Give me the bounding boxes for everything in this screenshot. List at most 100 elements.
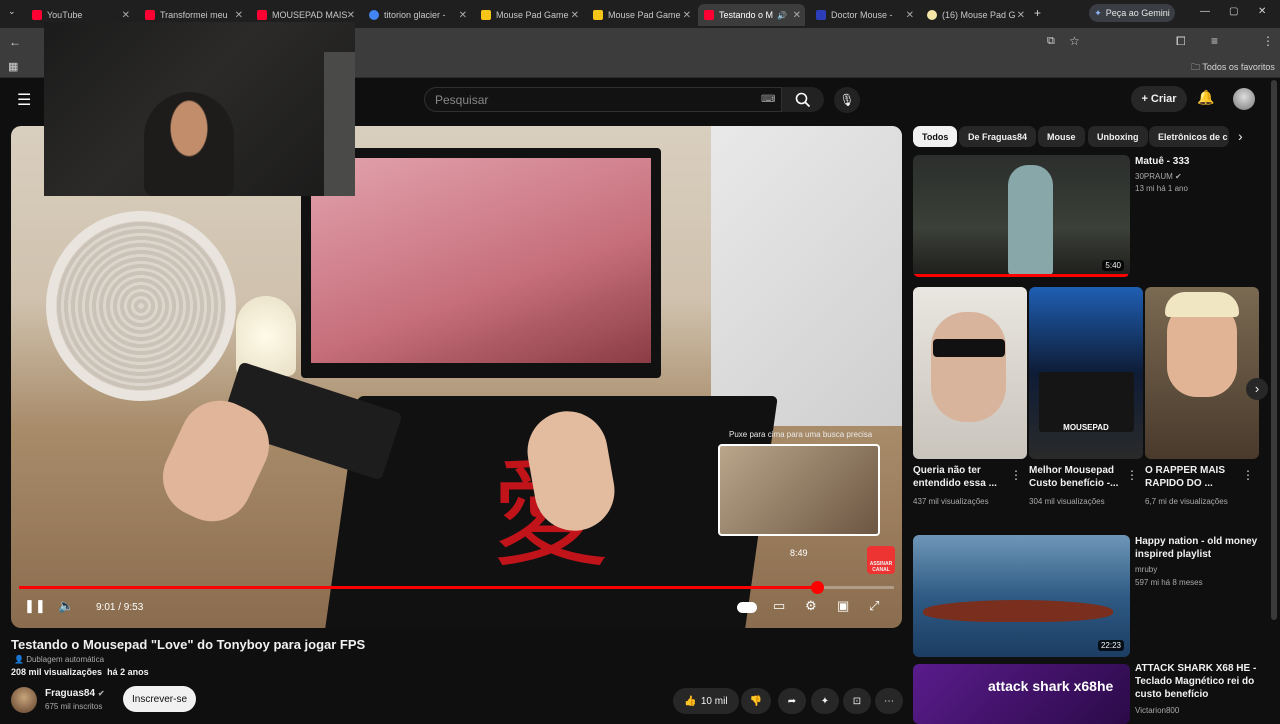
bookmark-star-icon[interactable]: ☆ — [1069, 34, 1080, 48]
keyboard-icon[interactable]: ⌨ — [761, 88, 775, 112]
search-placeholder: Pesquisar — [435, 93, 489, 107]
rec-title[interactable]: ATTACK SHARK X68 HE - Teclado Magnético … — [1135, 662, 1265, 701]
voice-search-button[interactable]: 🎙 — [834, 87, 860, 113]
channel-name[interactable]: Fraguas84 ✔ — [45, 688, 105, 699]
browser-tab-active[interactable]: Testando o M 🔊 ✕ — [698, 4, 805, 26]
close-tab-icon[interactable]: ✕ — [122, 10, 130, 21]
back-icon[interactable]: ← — [9, 35, 21, 49]
close-tab-icon[interactable]: ✕ — [571, 10, 579, 21]
close-tab-icon[interactable]: ✕ — [1017, 10, 1025, 21]
save-button[interactable]: ⊡ — [843, 688, 871, 714]
page-scrollbar[interactable] — [1271, 80, 1277, 620]
create-button[interactable]: + Criar — [1131, 86, 1187, 112]
browser-tab[interactable]: Mouse Pad Game ✕ — [475, 4, 583, 26]
rec-meta: 597 mi há 8 meses — [1135, 578, 1203, 587]
rec-channel[interactable]: 30PRAUM ✔ — [1135, 171, 1182, 182]
theater-mode-icon[interactable]: ▣ — [837, 598, 849, 614]
folder-icon: 🗀 — [1191, 62, 1201, 72]
chip-mouse[interactable]: Mouse — [1038, 126, 1085, 147]
search-input[interactable]: Pesquisar ⌨ — [424, 87, 782, 112]
autoplay-toggle[interactable] — [737, 602, 757, 613]
scrubber-handle[interactable] — [811, 581, 824, 594]
site-favicon — [816, 10, 826, 20]
close-window-icon[interactable]: ✕ — [1258, 6, 1266, 17]
minimize-icon[interactable]: — — [1200, 6, 1210, 17]
short-thumbnail[interactable] — [913, 287, 1027, 459]
subscribe-button[interactable]: Inscrever-se — [123, 686, 196, 712]
apps-grid-icon[interactable]: ▦ — [8, 60, 18, 73]
chips-next-icon[interactable]: › — [1238, 128, 1243, 144]
notifications-bell-icon[interactable]: 🔔 — [1197, 89, 1214, 106]
close-tab-icon[interactable]: ✕ — [459, 10, 467, 21]
more-actions-button[interactable]: ⋯ — [875, 688, 903, 714]
shorts-next-icon[interactable]: › — [1246, 378, 1268, 400]
pc-case — [711, 126, 902, 426]
rec-channel[interactable]: mruby — [1135, 564, 1157, 575]
chrome-menu-icon[interactable]: ⋮ — [1262, 34, 1274, 48]
rec-title[interactable]: Matuê - 333 — [1135, 155, 1265, 168]
browser-tab[interactable]: Mouse Pad Game ✕ — [587, 4, 695, 26]
pause-icon[interactable]: ❚❚ — [24, 598, 46, 614]
close-tab-icon[interactable]: ✕ — [347, 10, 355, 21]
settings-gear-icon[interactable]: ⚙ — [805, 598, 817, 614]
tab-label: Testando o M — [719, 10, 774, 20]
bookmark-icon: ⊡ — [852, 695, 862, 707]
new-tab-icon[interactable]: + — [1034, 6, 1041, 20]
browser-tab[interactable]: titorion glacier - ✕ — [363, 4, 471, 26]
media-controls-icon[interactable]: ≡ — [1211, 34, 1218, 48]
chip-eletronicos[interactable]: Eletrônicos de c — [1149, 126, 1229, 147]
browser-tab[interactable]: Doctor Mouse - ✕ — [810, 4, 918, 26]
short-menu-icon[interactable]: ⋮ — [1126, 468, 1138, 482]
short-menu-icon[interactable]: ⋮ — [1010, 468, 1022, 482]
short-title[interactable]: Melhor Mousepad Custo benefício -... — [1029, 464, 1129, 490]
short-title[interactable]: O RAPPER MAIS RAPIDO DO ... — [1145, 464, 1245, 490]
short-thumbnail[interactable] — [1145, 287, 1259, 459]
channel-avatar[interactable] — [11, 687, 37, 713]
like-button[interactable]: 👍 10 mil — [673, 688, 739, 714]
all-bookmarks-folder[interactable]: 🗀 Todos os favoritos — [1191, 60, 1275, 76]
short-thumbnail[interactable]: MOUSEPAD — [1029, 287, 1143, 459]
install-icon[interactable]: ⧉ — [1047, 35, 1055, 48]
short-title[interactable]: Queria não ter entendido essa ... — [913, 464, 1013, 490]
close-tab-icon[interactable]: ✕ — [793, 10, 801, 21]
progress-bar[interactable] — [19, 581, 894, 594]
seek-preview-time: 8:49 — [790, 548, 808, 558]
browser-tab[interactable]: (16) Mouse Pad G ✕ — [921, 4, 1029, 26]
volume-icon[interactable]: 🔈 — [58, 598, 74, 614]
rec-thumbnail[interactable]: 22:23 — [913, 535, 1130, 657]
short-menu-icon[interactable]: ⋮ — [1242, 468, 1254, 482]
chip-de-fraguas84[interactable]: De Fraguas84 — [959, 126, 1037, 147]
tab-list-icon[interactable]: ⌄ — [8, 6, 16, 17]
dislike-button[interactable]: 👎 — [741, 688, 771, 714]
subtitles-icon[interactable]: ▭ — [773, 598, 785, 614]
fullscreen-icon[interactable]: ⤢ — [869, 598, 879, 614]
rec-thumbnail[interactable]: 5:40 — [913, 155, 1130, 277]
maximize-icon[interactable]: ▢ — [1229, 6, 1238, 17]
watermark-label: ASSINAR CANAL — [869, 561, 893, 573]
share-button[interactable]: ➦ — [778, 688, 806, 714]
subscribe-watermark[interactable]: ASSINAR CANAL — [867, 546, 895, 574]
close-tab-icon[interactable]: ✕ — [906, 10, 914, 21]
account-avatar[interactable] — [1233, 88, 1255, 110]
ask-ai-button[interactable]: ✦ — [811, 688, 839, 714]
rec-thumbnail[interactable]: attack shark x68he — [913, 664, 1130, 724]
dubbing-label: 👤 Dublagem automática — [14, 655, 104, 664]
extensions-puzzle-icon[interactable]: ⧠ — [1176, 34, 1186, 49]
rec-channel[interactable]: Victarion800 — [1135, 705, 1179, 716]
close-tab-icon[interactable]: ✕ — [683, 10, 691, 21]
search-button[interactable] — [782, 87, 824, 112]
chip-todos[interactable]: Todos — [913, 126, 958, 147]
video-player[interactable]: 愛 Puxe para cima para uma busca precisa … — [11, 126, 902, 628]
youtube-favicon — [32, 10, 42, 20]
thumbnail-sunglasses — [933, 339, 1005, 357]
video-duration: 22:23 — [1097, 640, 1124, 651]
thumbnail-figure — [1008, 165, 1053, 275]
chip-unboxing[interactable]: Unboxing — [1088, 126, 1148, 147]
hamburger-menu-icon[interactable]: ☰ — [17, 90, 31, 110]
audio-playing-icon[interactable]: 🔊 — [777, 11, 787, 20]
gemini-button[interactable]: ✦ Peça ao Gemini — [1089, 4, 1175, 22]
store-favicon — [593, 10, 603, 20]
rec-title[interactable]: Happy nation - old money inspired playli… — [1135, 535, 1265, 561]
tab-label: YouTube — [47, 10, 83, 20]
close-tab-icon[interactable]: ✕ — [235, 10, 243, 21]
